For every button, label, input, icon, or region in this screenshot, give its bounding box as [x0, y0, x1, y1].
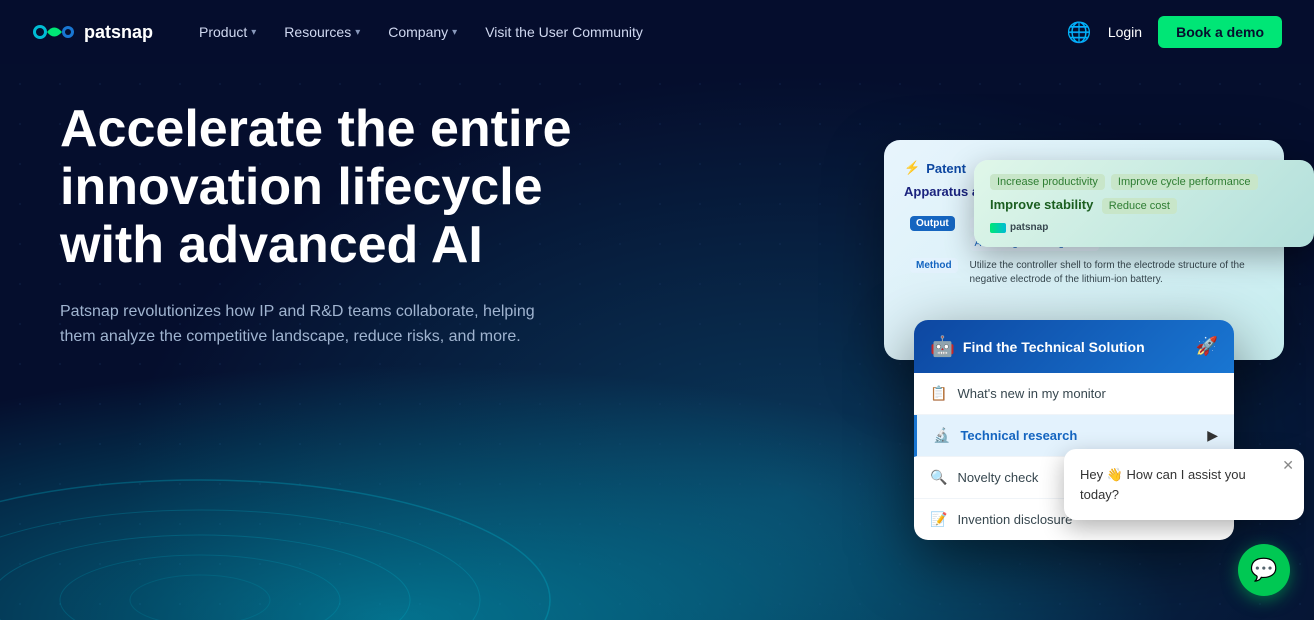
navbar: patsnap Product ▾ Resources ▾ Company ▾ … [0, 0, 1314, 64]
nav-resources[interactable]: Resources ▾ [274, 18, 370, 46]
cursor-icon: ▶ [1207, 427, 1218, 444]
chevron-icon: ▾ [355, 27, 360, 38]
nav-links: Product ▾ Resources ▾ Company ▾ Visit th… [189, 18, 653, 46]
tech-item-monitor-label: What's new in my monitor [957, 386, 1218, 401]
chat-fab-icon: 💬 [1250, 557, 1277, 583]
monitor-icon: 📋 [930, 385, 947, 402]
ui-cards-section: ⚡ Patent Apparatus and method for chargi… [734, 140, 1314, 600]
chat-fab-button[interactable]: 💬 [1238, 544, 1290, 596]
mini-logo-text: patsnap [1010, 222, 1048, 233]
tech-item-technical-label: Technical research [960, 428, 1197, 443]
productivity-card: Increase productivity Improve cycle perf… [974, 160, 1314, 247]
method-tag: Method [910, 258, 958, 273]
logo-text: patsnap [84, 22, 153, 43]
chat-bubble: ✕ Hey 👋 How can I assist you today? [1064, 449, 1304, 520]
patent-icon: ⚡ [904, 160, 920, 176]
logo-icon [32, 19, 76, 45]
invention-icon: 📝 [930, 511, 947, 528]
prod-tag-2: Improve cycle performance [1111, 174, 1258, 190]
prod-tag-1: Increase productivity [990, 174, 1105, 190]
logo[interactable]: patsnap [32, 19, 153, 45]
chevron-icon: ▾ [452, 27, 457, 38]
prod-tag-3: Reduce cost [1102, 198, 1177, 214]
productivity-tags: Increase productivity Improve cycle perf… [990, 174, 1298, 190]
technical-icon: 🔬 [933, 427, 950, 444]
nav-right: 🌐 Login Book a demo [1067, 16, 1282, 48]
chat-close-button[interactable]: ✕ [1282, 457, 1294, 474]
chevron-icon: ▾ [251, 27, 256, 38]
tech-header-title: Find the Technical Solution [963, 339, 1188, 355]
nav-company[interactable]: Company ▾ [378, 18, 467, 46]
tech-header-right-icon: 🚀 [1196, 336, 1218, 357]
output-tag: Output [910, 216, 955, 231]
hero-title: Accelerate the entire innovation lifecyc… [60, 100, 620, 275]
patsnap-mini-brand: patsnap [990, 222, 1298, 233]
novelty-icon: 🔍 [930, 469, 947, 486]
nav-product[interactable]: Product ▾ [189, 18, 266, 46]
book-demo-button[interactable]: Book a demo [1158, 16, 1282, 48]
chat-message: Hey 👋 How can I assist you today? [1080, 465, 1288, 504]
hero-subtitle: Patsnap revolutionizes how IP and R&D te… [60, 299, 540, 350]
tech-item-monitor[interactable]: 📋 What's new in my monitor [914, 373, 1234, 415]
login-button[interactable]: Login [1108, 24, 1142, 40]
language-button[interactable]: 🌐 [1067, 20, 1092, 45]
tech-card-header: 🤖 Find the Technical Solution 🚀 [914, 320, 1234, 373]
method-text: Utilize the controller shell to form the… [970, 259, 1258, 287]
tech-header-left-icon: 🤖 [930, 334, 955, 359]
nav-community[interactable]: Visit the User Community [475, 18, 653, 46]
prod-main-text: Improve stability [990, 197, 1093, 212]
mini-logo-icon [990, 223, 1006, 233]
nav-left: patsnap Product ▾ Resources ▾ Company ▾ … [32, 18, 653, 46]
hero-section: Accelerate the entire innovation lifecyc… [60, 100, 620, 382]
